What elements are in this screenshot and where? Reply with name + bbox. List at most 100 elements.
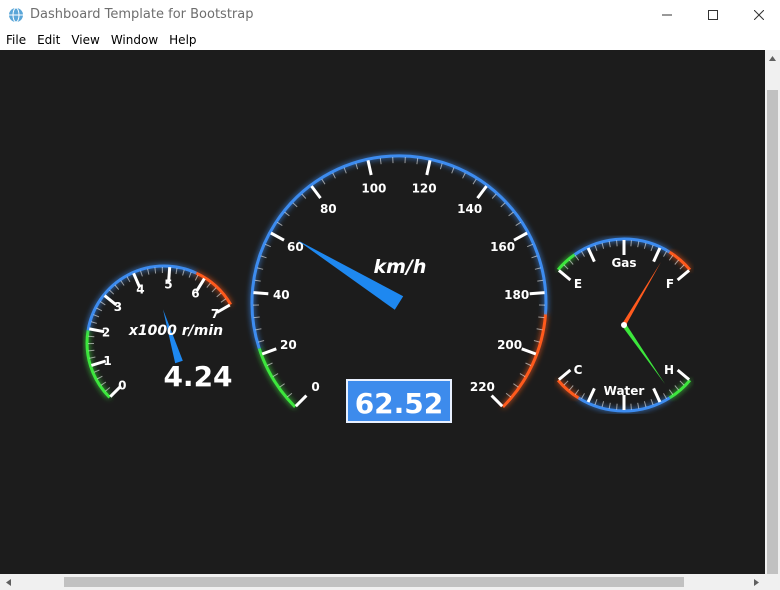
vertical-scroll-thumb[interactable] [767, 90, 778, 574]
tachometer-minor-tick [109, 289, 115, 295]
speedometer-minor-tick [515, 221, 521, 227]
speedometer-major-tick [521, 347, 537, 356]
speedometer-minor-tick [508, 211, 514, 217]
water-minor-tick [679, 380, 685, 386]
gauge-hub [621, 322, 627, 328]
maximize-button[interactable] [690, 0, 736, 30]
speedometer-minor-tick [472, 178, 477, 185]
water-major-tick [652, 387, 662, 403]
speedometer-minor-tick [265, 243, 271, 248]
speedometer-minor-tick [439, 163, 443, 170]
speedometer-minor-tick [536, 328, 543, 331]
speedometer-major-tick [270, 231, 285, 242]
speedometer-scale-label: 100 [361, 181, 386, 195]
scroll-left-button[interactable] [0, 574, 17, 590]
speedometer-minor-tick [537, 279, 544, 282]
speedometer-scale-label: 20 [280, 338, 297, 352]
tachometer-scale-label: 6 [191, 287, 199, 301]
speedometer-scale-label: 220 [470, 380, 495, 394]
close-button[interactable] [736, 0, 780, 30]
speedometer-minor-tick [286, 392, 293, 398]
speedometer-major-tick [513, 231, 528, 242]
minimize-button[interactable] [644, 0, 690, 30]
horizontal-scrollbar[interactable] [0, 574, 765, 590]
speedometer-major-tick [490, 394, 504, 408]
water-minor-tick [650, 399, 654, 406]
gas-minor-tick [574, 255, 580, 261]
arrow-right-icon [754, 578, 759, 586]
speedometer-minor-tick [531, 255, 538, 259]
speedometer-minor-tick [462, 172, 466, 179]
scroll-up-button[interactable] [765, 50, 780, 67]
tachometer-minor-tick [188, 271, 192, 278]
tachometer-minor-tick [96, 375, 103, 380]
menu-window[interactable]: Window [105, 30, 163, 50]
speedometer-minor-tick [513, 383, 519, 388]
scrollbar-corner [765, 574, 780, 590]
gas-minor-tick [616, 240, 618, 247]
speedometer-minor-tick [277, 221, 283, 227]
speedometer-minor-tick [505, 392, 512, 398]
scroll-right-button[interactable] [748, 574, 765, 590]
tachometer-minor-tick [194, 274, 199, 281]
speedometer-minor-tick [416, 158, 419, 165]
water-minor-tick [574, 389, 580, 395]
gas-minor-tick [637, 241, 640, 248]
tachometer-minor-tick [220, 298, 227, 303]
tachometer-minor-tick [114, 284, 120, 290]
speedometer-minor-tick [534, 267, 541, 270]
menu-edit[interactable]: Edit [31, 30, 65, 50]
tachometer-minor-tick [88, 349, 95, 352]
tachometer-minor-tick [88, 335, 95, 338]
tachometer-scale-label: 2 [102, 326, 110, 340]
tachometer-minor-tick [93, 369, 100, 373]
arrow-left-icon [6, 578, 11, 586]
gas-minor-tick [594, 244, 598, 251]
tachometer-minor-tick [206, 282, 211, 288]
speedometer-minor-tick [266, 362, 273, 366]
speedometer-minor-tick [279, 383, 285, 388]
tachometer-minor-tick [147, 268, 150, 275]
tachometer-minor-tick [182, 269, 185, 276]
speedometer-minor-tick [255, 328, 262, 331]
speedometer-ticks [252, 157, 546, 408]
speedometer-minor-tick [284, 211, 290, 217]
water-minor-tick [594, 399, 598, 406]
speedometer-minor-tick [301, 193, 307, 199]
tachometer-minor-tick [216, 292, 222, 298]
menu-help[interactable]: Help [163, 30, 201, 50]
tachometer-scale-label: 0 [118, 378, 126, 392]
gas-minor-tick [643, 242, 647, 249]
globe-icon [9, 7, 23, 23]
speedometer-scale-label: 60 [287, 240, 304, 254]
water-hot-label: H [664, 363, 674, 377]
speedometer-minor-tick [538, 316, 545, 319]
water-minor-tick [581, 393, 585, 399]
speedometer: 0 20 40 60 80 100 120 140 160 180 200 220 km/h 62.5… [250, 154, 548, 423]
horizontal-scroll-thumb[interactable] [64, 577, 684, 587]
speedometer-minor-tick [258, 340, 265, 343]
tachometer-scale-label: 5 [164, 278, 172, 292]
water-minor-tick [563, 380, 569, 386]
speedometer-major-tick [476, 185, 488, 200]
speedometer-dial [250, 154, 548, 408]
gas-major-tick [676, 269, 691, 282]
speedometer-minor-tick [257, 267, 264, 270]
gas-full-label: F [666, 277, 674, 291]
water-minor-tick [674, 385, 679, 391]
water-minor-tick [643, 401, 647, 408]
menu-view[interactable]: View [65, 30, 104, 50]
speedometer-minor-tick [292, 202, 298, 208]
speedometer-major-tick [253, 291, 269, 296]
water-major-tick [586, 387, 596, 403]
gas-minor-tick [630, 240, 632, 247]
tachometer-scale-label: 3 [114, 300, 122, 314]
speedometer-minor-tick [253, 316, 260, 319]
tachometer-minor-tick [100, 301, 106, 306]
speedometer-minor-tick [519, 373, 526, 378]
vertical-scrollbar[interactable] [765, 50, 780, 574]
gas-minor-tick [601, 242, 605, 249]
menu-file[interactable]: File [0, 30, 31, 50]
tachometer-unit: x1000 r/min [128, 323, 223, 339]
window-title: Dashboard Template for Bootstrap [30, 7, 254, 22]
